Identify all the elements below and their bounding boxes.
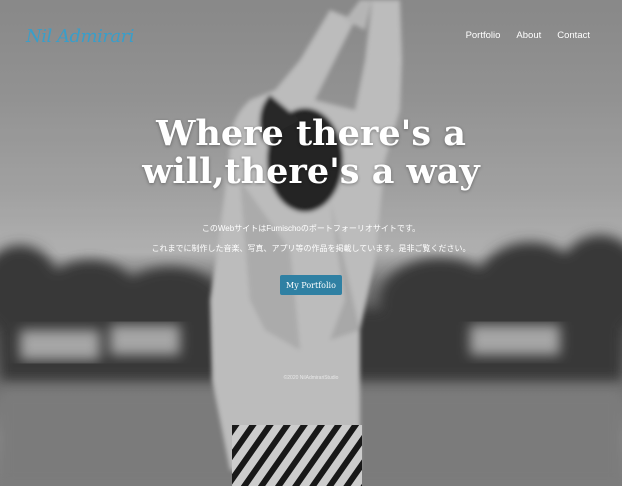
hero-headline: Where there's a will,there's a way: [0, 115, 622, 191]
hero-subtitle-line1: このWebサイトはFumischoのポートフォーリオサイトです。: [201, 224, 421, 233]
nav-item-portfolio[interactable]: Portfolio: [466, 30, 501, 41]
nav-item-contact[interactable]: Contact: [557, 30, 590, 41]
site-logo[interactable]: Nil Admirari: [26, 26, 135, 47]
copyright-text: ©2020 NilAdmirariStudio: [283, 375, 339, 381]
nav-item-about[interactable]: About: [516, 30, 541, 41]
hero-subtitle: このWebサイトはFumischoのポートフォーリオサイトです。 これまでに制作…: [0, 219, 622, 259]
main-nav: Portfolio About Contact: [466, 30, 590, 41]
hero-headline-line1: Where there's a: [156, 113, 466, 154]
hero-subtitle-line2: これまでに制作した音楽、写真、アプリ等の作品を掲載しています。是非ご覧ください。: [151, 244, 471, 253]
hero-headline-line2: will,there's a way: [142, 151, 480, 192]
hero-section: Nil Admirari Portfolio About Contact Whe…: [0, 0, 622, 486]
my-portfolio-button[interactable]: My Portfolio: [280, 275, 342, 295]
